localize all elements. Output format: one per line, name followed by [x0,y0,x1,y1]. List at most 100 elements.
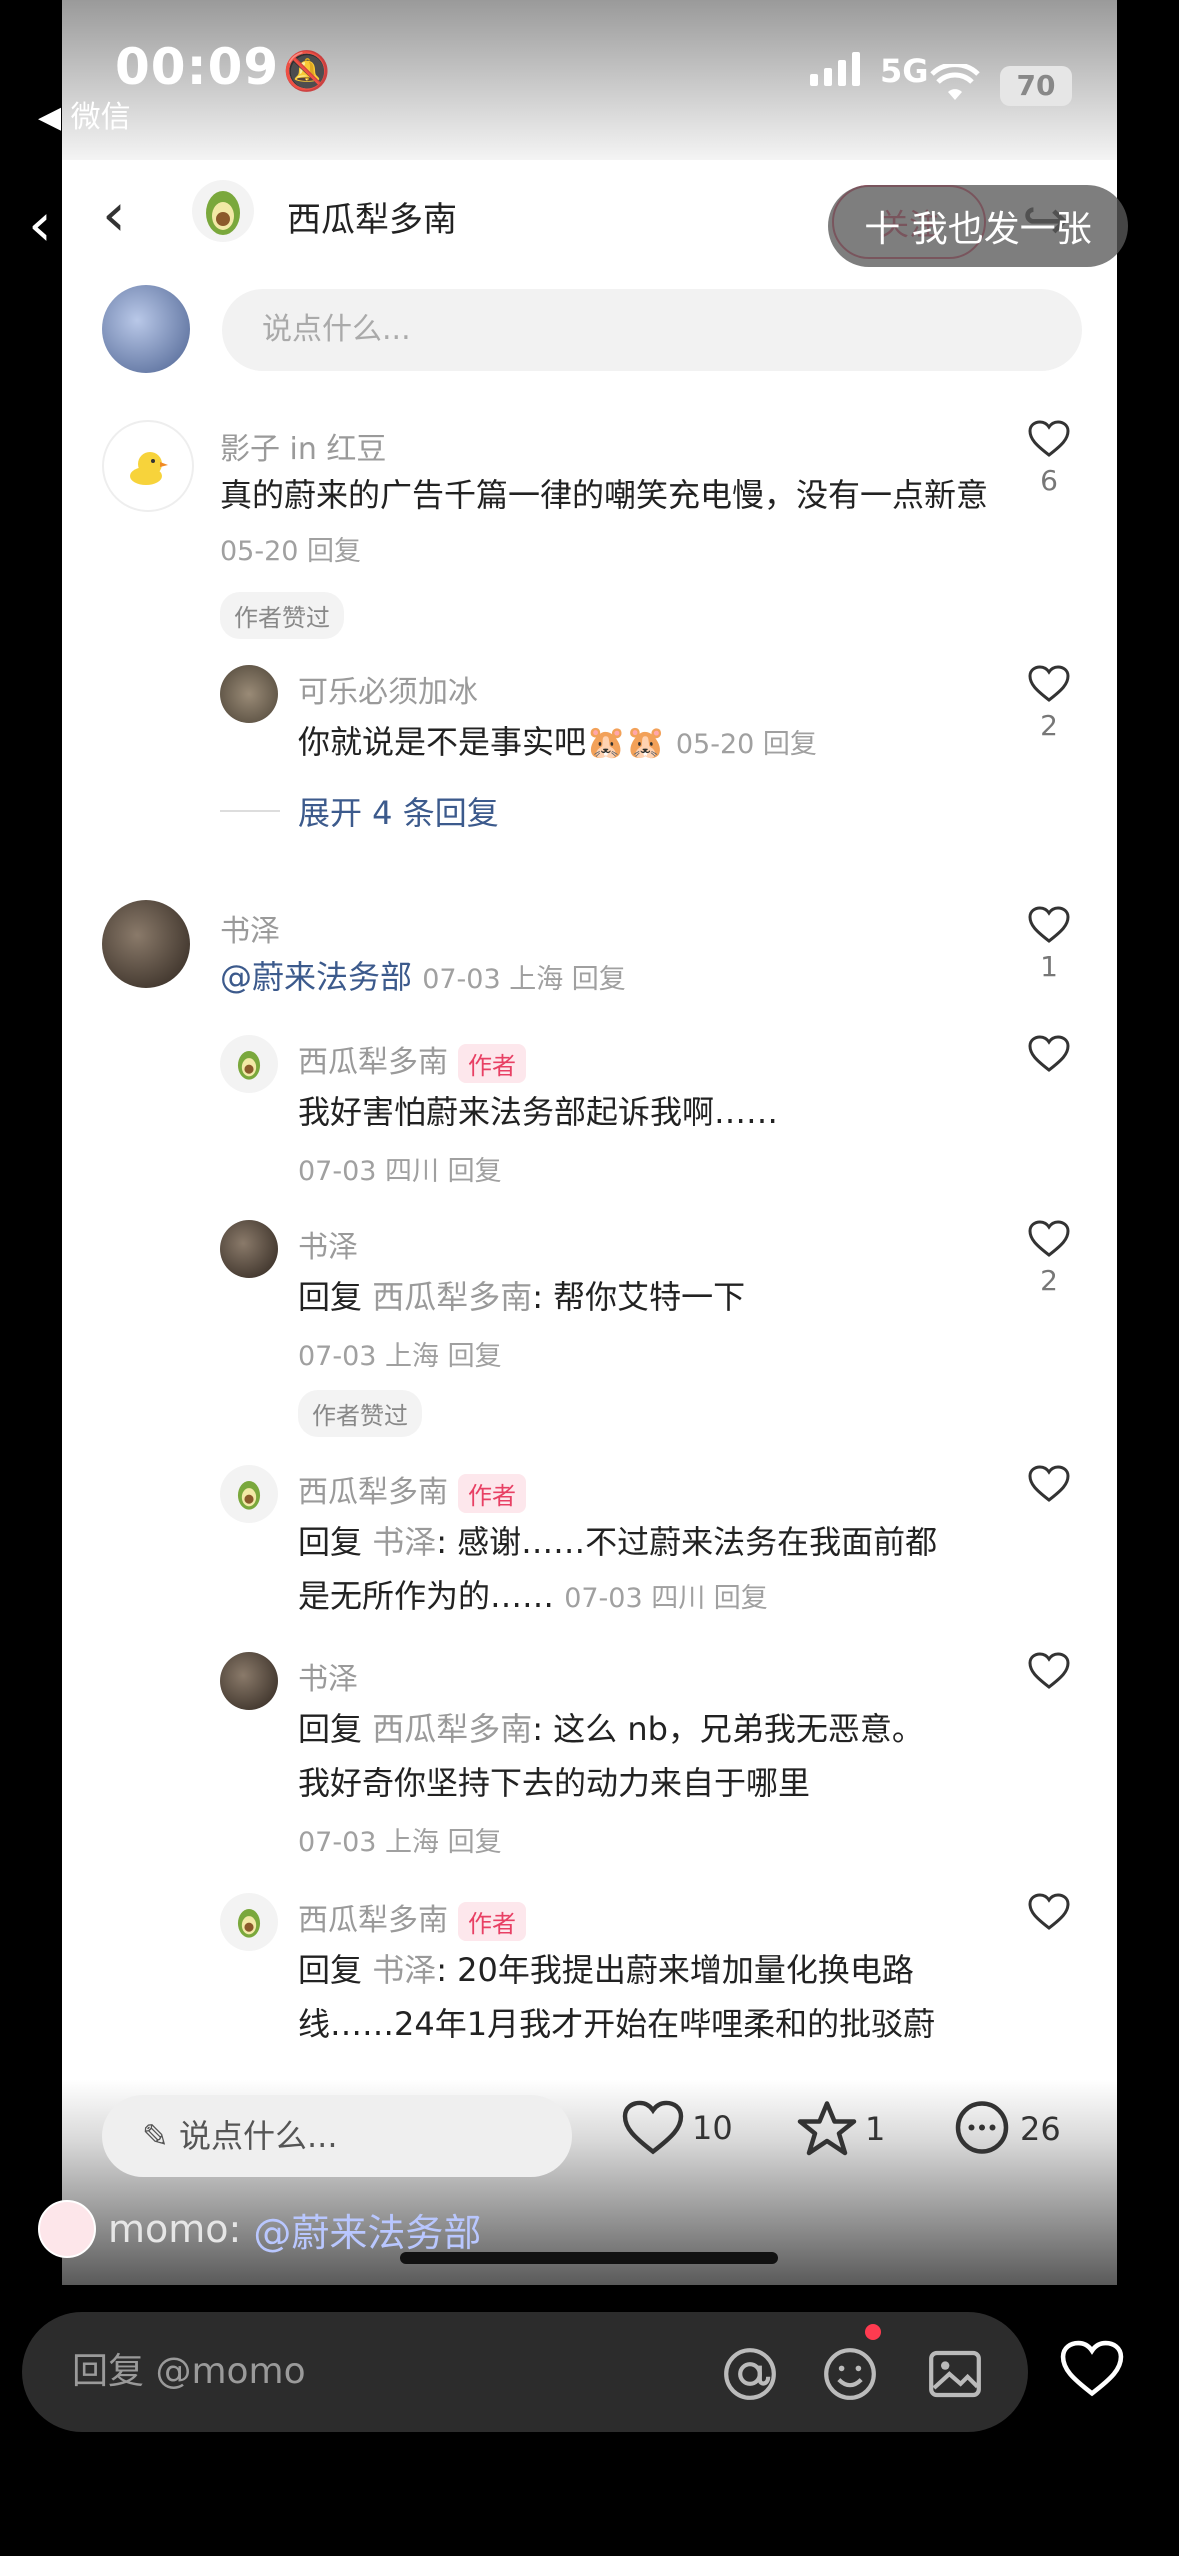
emoji-icon: 🐹🐹 [586,723,666,761]
danmaku-avatar [38,2200,96,2258]
author-badge: 作者 [458,1902,526,1941]
mute-bell-icon: 🔕 [283,49,332,93]
heart-icon [1028,906,1070,943]
avocado-icon [237,1481,261,1510]
danmaku-message: @蔚来法务部 [253,2210,482,2255]
comment-compose-row: 说点什么... [62,285,1117,375]
clock: 00:09 🔕 [115,38,332,96]
avocado-icon [206,191,240,235]
author-badge: 作者 [458,1044,526,1083]
post-collect-count: 1 [865,2110,886,2148]
author-avatar[interactable] [192,180,254,242]
status-bar: 00:09 🔕 ◀ 微信 5G 70 [0,0,1179,150]
author-liked-badge: 作者赞过 [298,1390,422,1437]
inner-comment-input[interactable]: ✎ 说点什么... [102,2095,572,2177]
like-count: 1 [1040,950,1058,983]
reply-text: 你就说是不是事实吧🐹🐹 05-20 回复 [298,723,817,761]
reply-target-name[interactable]: 书泽 [372,1951,436,1989]
commenter-name[interactable]: 书泽 [220,906,280,950]
like-count: 6 [1040,464,1058,497]
mention-at-icon[interactable] [722,2346,778,2402]
post-comment-count: 26 [1020,2110,1061,2148]
heart-icon [1028,1220,1070,1257]
comment-text: @蔚来法务部 07-03 上海 回复 [220,958,626,996]
expand-replies-link[interactable]: 展开 4 条回复 [298,788,499,834]
replier-avatar[interactable] [220,1035,278,1093]
reply-target-name[interactable]: 西瓜犁多南 [372,1710,532,1748]
network-type: 5G [880,52,929,90]
replier-name[interactable]: 西瓜犁多南 作者 [298,1895,526,1941]
reply-meta[interactable]: 07-03 上海 回复 [298,1820,502,1859]
commenter-avatar[interactable] [102,420,194,512]
floating-comment: momo: @蔚来法务部 [38,2200,481,2258]
reply-target-name[interactable]: 书泽 [372,1523,436,1561]
author-name: 西瓜犁多南 [287,200,457,240]
like-button[interactable] [1019,1465,1079,1507]
like-count: 2 [1040,1264,1058,1297]
heart-icon [1028,1035,1070,1072]
reply-text: 回复 书泽: 20年我提出蔚来增加量化换电路 线……24年1月我才开始在哔哩柔和… [298,1951,936,2043]
post-collect-button[interactable]: 1 [797,2100,885,2158]
commenter-name[interactable]: 影子 in 红豆 [220,424,386,468]
avocado-icon [237,1909,261,1938]
reply-target-name[interactable]: 西瓜犁多南 [372,1278,532,1316]
reply-text: 回复 西瓜犁多南: 帮你艾特一下 [298,1278,746,1316]
replier-avatar[interactable] [220,1220,278,1278]
comment-text: 真的蔚来的广告千篇一律的嘲笑充电慢，没有一点新意 05-20 回复 [220,476,989,567]
mention-link[interactable]: @蔚来法务部 [220,958,412,996]
star-icon [797,2101,857,2156]
emoji-icon[interactable] [822,2346,878,2402]
reply-text: 回复 书泽: 感谢……不过蔚来法务在我面前都 是无所作为的…… 07-03 四川… [298,1523,938,1615]
heart-icon[interactable] [1060,2340,1124,2398]
reply-meta[interactable]: 07-03 四川 回复 [298,1149,502,1188]
like-button[interactable] [1019,1652,1079,1694]
replier-avatar[interactable] [220,665,278,723]
heart-icon [622,2100,684,2155]
replier-name[interactable]: 书泽 [298,1654,358,1698]
replier-name[interactable]: 可乐必须加冰 [298,667,478,711]
heart-icon [1028,420,1070,457]
author-badge: 作者 [458,1474,526,1513]
replier-name[interactable]: 书泽 [298,1222,358,1266]
back-to-app-link[interactable]: ◀ 微信 [38,92,131,136]
heart-icon [1028,1652,1070,1689]
notification-dot [865,2324,881,2340]
reply-meta[interactable]: 07-03 上海 回复 [298,1334,502,1373]
like-button[interactable]: 2 [1019,1220,1079,1297]
battery-indicator: 70 [1000,66,1072,106]
heart-icon [1028,1465,1070,1502]
like-button[interactable]: 2 [1019,665,1079,742]
replier-avatar[interactable] [220,1465,278,1523]
heart-icon [1028,1893,1070,1930]
replier-avatar[interactable] [220,1893,278,1951]
like-button[interactable] [1019,1035,1079,1077]
reply-text: 我好害怕蔚来法务部起诉我啊…… [298,1093,779,1131]
duck-icon [130,452,168,485]
comment-meta[interactable]: 05-20 回复 [220,536,361,567]
danmaku-user: momo: [108,2207,242,2251]
post-comment-button[interactable]: 26 [952,2100,1061,2158]
expand-divider [220,810,280,812]
reply-input-placeholder: 回复 @momo [72,2351,306,2392]
back-chevron-icon[interactable]: ‹ [102,180,126,250]
my-avatar [102,285,190,373]
commenter-avatar[interactable] [102,900,190,988]
replier-name[interactable]: 西瓜犁多南 作者 [298,1037,526,1083]
like-count: 2 [1040,709,1058,742]
reply-text: 回复 西瓜犁多南: 这么 nb，兄弟我无恶意。 我好奇你坚持下去的动力来自于哪里 [298,1710,924,1802]
heart-icon [1028,665,1070,702]
pencil-icon: ✎ [142,2117,179,2155]
replier-avatar[interactable] [220,1652,278,1710]
like-button[interactable] [1019,1893,1079,1935]
comment-screenshot: ‹ 西瓜犁多南 关注 ↪ 说点什么... 影子 in 红豆 真的蔚来的广告千篇一… [62,0,1117,2285]
image-icon[interactable] [927,2346,983,2402]
avocado-icon [237,1051,261,1080]
post-image-button[interactable]: 十 我也发一张 [828,185,1128,267]
post-like-count: 10 [692,2109,733,2147]
replier-name[interactable]: 西瓜犁多南 作者 [298,1467,526,1513]
like-button[interactable]: 6 [1019,420,1079,497]
overlay-back-chevron-icon[interactable]: ‹ [28,190,52,260]
comment-input[interactable]: 说点什么... [222,289,1082,371]
post-like-button[interactable]: 10 [622,2100,733,2156]
like-button[interactable]: 1 [1019,906,1079,983]
